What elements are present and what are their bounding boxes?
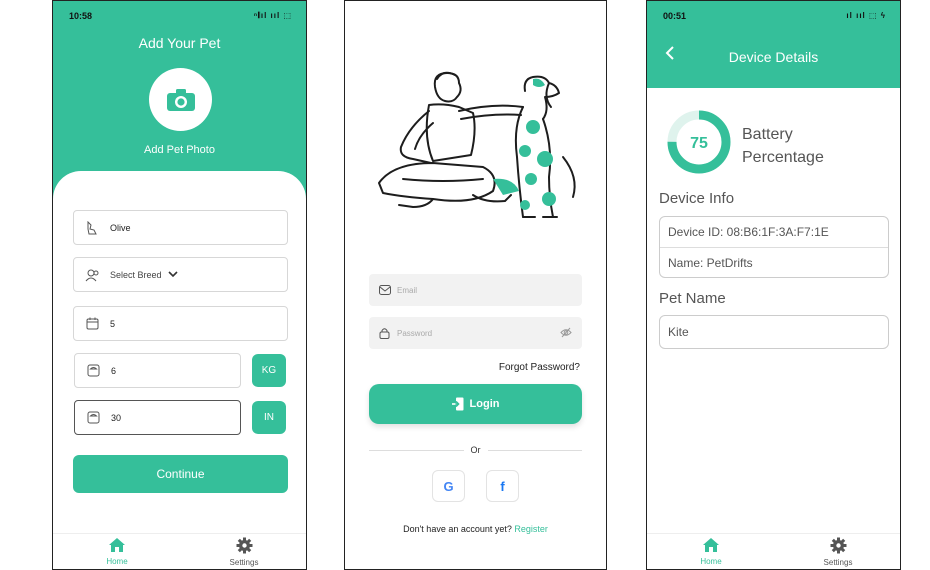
device-details-screen: 00:51 ıl ııl ⬚ ϟ Device Details 75 Batte… [646,0,901,570]
nav-home[interactable]: Home [77,537,157,566]
add-photo-label: Add Pet Photo [144,144,215,156]
mail-icon [379,284,391,296]
password-input[interactable]: Password [369,317,582,349]
person-with-dog-illustration [378,71,576,218]
home-icon [703,538,719,552]
email-placeholder: Email [397,285,418,295]
google-login-button[interactable]: G [432,470,465,502]
add-photo-button[interactable] [149,68,212,131]
chevron-down-icon [167,270,178,280]
gear-icon [830,537,846,554]
nav-settings[interactable]: Settings [204,537,284,567]
calendar-icon [85,317,99,331]
gear-icon [236,537,252,554]
bottom-nav: Home Settings [647,533,900,569]
pet-name-value: Olive [110,222,131,233]
scale-icon [86,364,100,378]
nav-home-label: Home [106,557,128,566]
status-time: 10:58 [69,11,93,21]
password-placeholder: Password [397,328,433,338]
or-label: Or [470,445,481,455]
home-icon [109,538,125,552]
status-bar: 10:58 ⁿ𝄃ıl ııl ⬚ [53,1,306,31]
battery-label: Battery Percentage [742,123,862,169]
page-title: Add Your Pet [138,35,221,51]
add-pet-screen: 10:58 ⁿ𝄃ıl ııl ⬚ Add Your Pet Add Pet Ph… [52,0,307,570]
breed-placeholder: Select Breed [110,269,162,280]
device-info-title: Device Info [659,190,735,207]
nav-settings-label: Settings [823,558,853,567]
nav-home[interactable]: Home [671,537,751,566]
continue-button[interactable]: Continue [73,455,288,493]
pet-age-value: 5 [110,318,116,329]
user-group-icon [85,268,99,282]
nav-settings-label: Settings [229,558,259,567]
register-prompt: Don't have an account yet? Register [345,524,606,534]
login-screen: Email Password Forgot Password? Login Or… [344,0,607,570]
camera-icon [166,88,195,111]
email-input[interactable]: Email [369,274,582,306]
weight-unit-button[interactable]: KG [252,354,286,387]
pet-height-field[interactable]: 30 [74,400,241,435]
status-icons: ⁿ𝄃ıl ııl ⬚ [253,11,292,20]
login-label: Login [469,398,500,410]
pet-name-field[interactable]: Olive [73,210,288,245]
scale-icon [86,411,100,425]
breed-select[interactable]: Select Breed [73,257,288,292]
pet-weight-value: 6 [111,365,117,376]
page-title: Device Details [728,49,819,65]
battery-gauge: 75 [667,110,731,174]
no-account-text: Don't have an account yet? [403,524,512,534]
device-name-row: Name: PetDrifts [660,247,888,277]
google-icon: G [443,478,454,494]
dog-icon [85,220,99,235]
device-header: 00:51 ıl ııl ⬚ ϟ Device Details [647,1,900,88]
battery-value: 75 [690,135,708,152]
status-icons: ıl ııl ⬚ ϟ [846,11,886,20]
pet-height-value: 30 [111,412,122,423]
register-link[interactable]: Register [514,524,548,534]
facebook-login-button[interactable]: f [486,470,519,502]
login-button[interactable]: Login [369,384,582,424]
facebook-icon: f [500,478,505,494]
device-info-box: Device ID: 08:B6:1F:3A:F7:1E Name: PetDr… [659,216,889,278]
battery-label-line2: Percentage [742,149,824,166]
pet-name-input[interactable]: Kite [659,315,889,349]
battery-label-line1: Battery [742,126,793,143]
device-id-row: Device ID: 08:B6:1F:3A:F7:1E [668,225,829,239]
pet-name-title: Pet Name [659,290,726,307]
pet-weight-field[interactable]: 6 [74,353,241,388]
nav-settings[interactable]: Settings [798,537,878,567]
forgot-password-link[interactable]: Forgot Password? [499,362,580,373]
height-unit-button[interactable]: IN [252,401,286,434]
eye-off-icon[interactable] [560,327,572,340]
bottom-nav: Home Settings [53,533,306,569]
pet-age-field[interactable]: 5 [73,306,288,341]
status-time: 00:51 [663,11,687,21]
lock-icon [379,327,391,339]
status-bar: 00:51 ıl ııl ⬚ ϟ [647,1,900,31]
nav-home-label: Home [700,557,722,566]
login-icon [451,397,464,411]
